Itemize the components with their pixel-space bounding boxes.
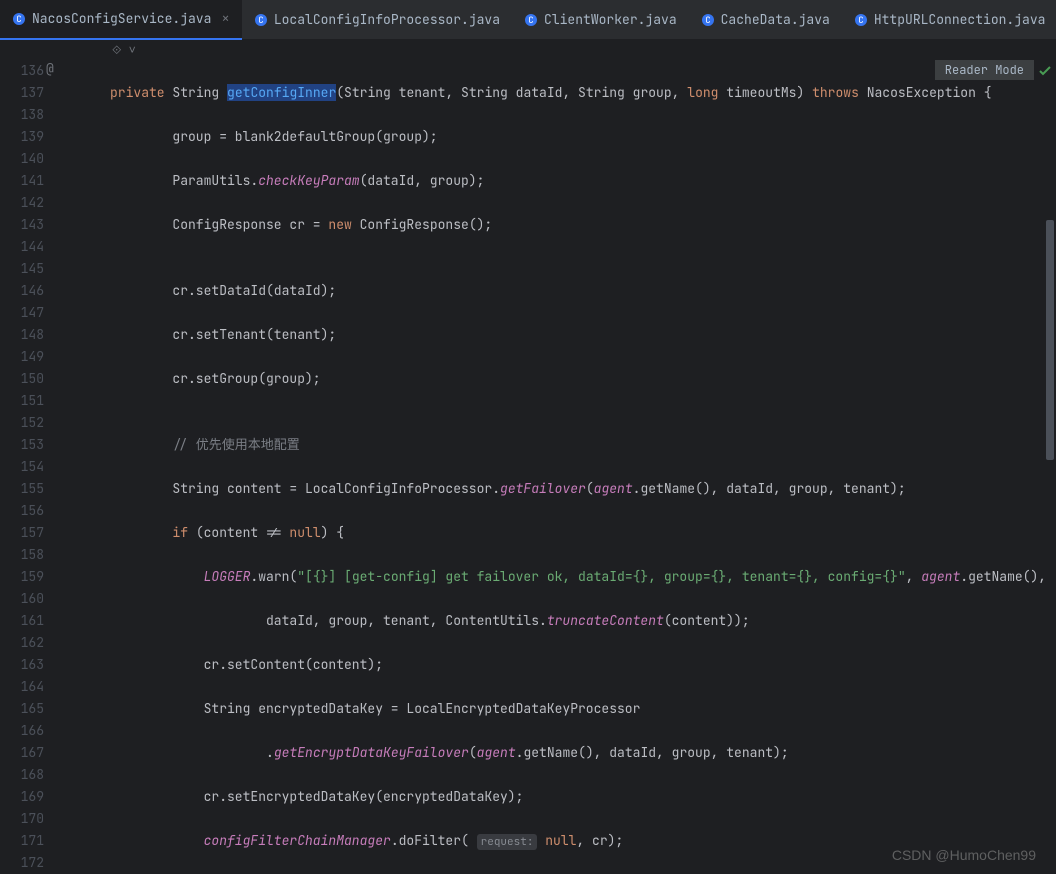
line-num: 161 — [0, 610, 44, 632]
tab-nacos-config-service[interactable]: C NacosConfigService.java × — [0, 0, 242, 40]
line-num: 162 — [0, 632, 44, 654]
java-class-icon: C — [12, 12, 26, 26]
watermark: CSDN @HumoChen99 — [892, 847, 1036, 863]
line-num: 150 — [0, 368, 44, 390]
line-num: 151 — [0, 390, 44, 412]
sub-toolbar: ⟐ ˅ — [0, 40, 1056, 60]
tab-label: CacheData.java — [721, 11, 830, 28]
tab-label: HttpURLConnection.java — [874, 11, 1046, 28]
override-icon[interactable]: @ — [46, 60, 54, 77]
close-icon[interactable]: × — [221, 10, 229, 28]
line-num: 160 — [0, 588, 44, 610]
ai-assist-icon[interactable]: ⟐ ˅ — [112, 42, 136, 58]
line-num: 168 — [0, 764, 44, 786]
svg-text:C: C — [16, 13, 21, 25]
editor-area: Reader Mode 136 137 138 139 140 141 142 … — [0, 60, 1056, 871]
tab-local-config-info[interactable]: C LocalConfigInfoProcessor.java — [242, 0, 512, 40]
java-class-icon: C — [524, 13, 538, 27]
svg-text:C: C — [705, 14, 710, 26]
tab-client-worker[interactable]: C ClientWorker.java — [512, 0, 689, 40]
line-num: 163 — [0, 654, 44, 676]
line-num: 140 — [0, 148, 44, 170]
svg-text:C: C — [258, 14, 263, 26]
line-num: 157 — [0, 522, 44, 544]
line-num: 169 — [0, 786, 44, 808]
svg-text:C: C — [528, 14, 533, 26]
gutter-annotations: @ — [54, 60, 110, 871]
line-number-gutter: 136 137 138 139 140 141 142 143 144 145 … — [0, 60, 54, 871]
line-num: 149 — [0, 346, 44, 368]
line-num: 148 — [0, 324, 44, 346]
code-editor[interactable]: private String getConfigInner(String ten… — [110, 60, 1056, 871]
tab-label: ClientWorker.java — [544, 11, 677, 28]
line-num: 155 — [0, 478, 44, 500]
check-icon[interactable] — [1038, 64, 1052, 82]
line-num: 144 — [0, 236, 44, 258]
line-num: 136 — [0, 60, 44, 82]
line-num: 147 — [0, 302, 44, 324]
tab-label: NacosConfigService.java — [32, 10, 211, 27]
line-num: 143 — [0, 214, 44, 236]
tabs-bar: C NacosConfigService.java × C LocalConfi… — [0, 0, 1056, 40]
line-num: 166 — [0, 720, 44, 742]
tab-label: LocalConfigInfoProcessor.java — [274, 11, 500, 28]
line-num: 153 — [0, 434, 44, 456]
java-class-icon: C — [854, 13, 868, 27]
line-num: 165 — [0, 698, 44, 720]
reader-mode-badge[interactable]: Reader Mode — [935, 60, 1034, 80]
line-num: 138 — [0, 104, 44, 126]
java-class-icon: C — [701, 13, 715, 27]
line-num: 137 — [0, 82, 44, 104]
line-num: 142 — [0, 192, 44, 214]
tab-cache-data[interactable]: C CacheData.java — [689, 0, 842, 40]
svg-text:C: C — [858, 14, 863, 26]
line-num: 171 — [0, 830, 44, 852]
line-num: 164 — [0, 676, 44, 698]
tab-http-url-connection[interactable]: C HttpURLConnection.java — [842, 0, 1056, 40]
line-num: 159 — [0, 566, 44, 588]
java-class-icon: C — [254, 13, 268, 27]
line-num: 167 — [0, 742, 44, 764]
line-num: 170 — [0, 808, 44, 830]
line-num: 141 — [0, 170, 44, 192]
line-num: 145 — [0, 258, 44, 280]
line-num: 156 — [0, 500, 44, 522]
line-num: 154 — [0, 456, 44, 478]
line-num: 152 — [0, 412, 44, 434]
line-num: 158 — [0, 544, 44, 566]
line-num: 146 — [0, 280, 44, 302]
scrollbar-thumb[interactable] — [1046, 220, 1054, 460]
scrollbar-track[interactable] — [1044, 60, 1056, 871]
line-num: 139 — [0, 126, 44, 148]
